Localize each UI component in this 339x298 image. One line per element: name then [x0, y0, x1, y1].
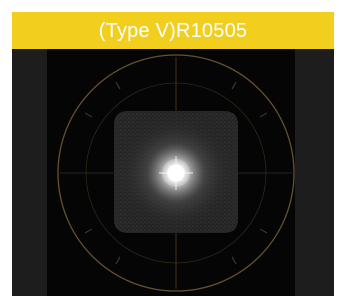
title-bar: (Type V)R10505 — [12, 12, 334, 49]
page-title: (Type V)R10505 — [98, 19, 248, 42]
intensity-plot-image — [12, 49, 334, 296]
product-card: (Type V)R10505 — [0, 0, 339, 298]
polar-intensity-plot — [12, 49, 334, 296]
